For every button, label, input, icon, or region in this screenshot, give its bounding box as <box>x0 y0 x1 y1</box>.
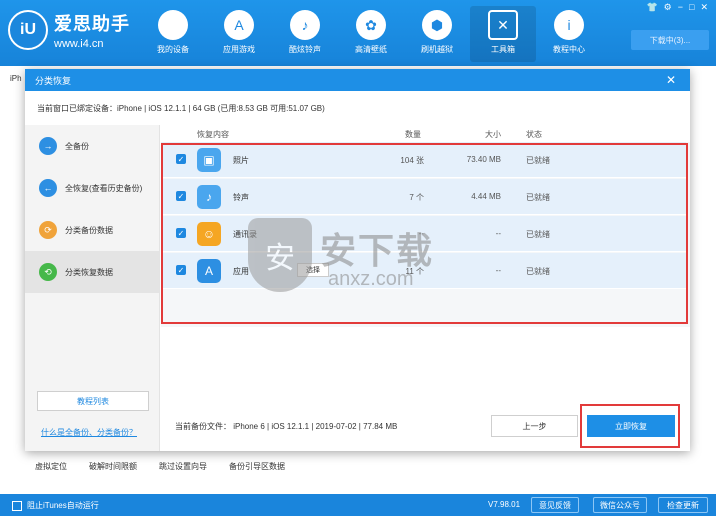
previous-button[interactable]: 上一步 <box>491 415 578 437</box>
main-nav: 我的设备 A 应用游戏 ♪ 酷炫铃声 ✿ 高清壁纸 ⬢ 刷机越狱 ✕ 工具箱 i… <box>140 6 602 62</box>
column-status: 状态 <box>526 130 542 139</box>
sidebar-item-full-restore[interactable]: ← 全恢复(查看历史备份) <box>25 167 159 209</box>
check-update-button[interactable]: 检查更新 <box>658 497 708 513</box>
itunes-toggle[interactable]: 阻止iTunes自动运行 <box>12 500 99 511</box>
nav-label: 工具箱 <box>491 45 515 54</box>
column-content: 恢复内容 <box>197 130 229 139</box>
checkbox[interactable] <box>12 500 22 511</box>
nav-label: 刷机越狱 <box>421 45 453 54</box>
dialog-sidebar: → 全备份 ← 全恢复(查看历史备份) ⟳ 分类备份数据 ⟲ 分类恢复数据 教程… <box>25 125 160 451</box>
app-title: 爱思助手 <box>54 14 130 34</box>
close-icon[interactable]: ✕ <box>700 2 708 13</box>
version-label: V7.98.01 <box>488 500 521 509</box>
device-info: 当前窗口已绑定设备：iPhone | iOS 12.1.1 | 64 GB (已… <box>37 104 325 113</box>
feedback-button[interactable]: 意见反馈 <box>531 497 579 513</box>
logo-icon: iU <box>8 10 48 50</box>
device-tab[interactable]: iPh <box>10 74 22 83</box>
wechat-button[interactable]: 微信公众号 <box>593 497 647 513</box>
bell-icon: ♪ <box>290 10 320 40</box>
close-icon[interactable]: ✕ <box>666 73 676 87</box>
nav-apps-games[interactable]: A 应用游戏 <box>206 6 272 62</box>
background-tools: 虚拟定位 破解时间限额 跳过设置向导 备份引导区数据 <box>35 461 285 472</box>
status-bar: 阻止iTunes自动运行 V7.98.01 意见反馈 微信公众号 检查更新 <box>0 494 716 516</box>
app-url: www.i4.cn <box>54 38 104 50</box>
top-bar: iU 爱思助手 www.i4.cn 我的设备 A 应用游戏 ♪ 酷炫铃声 ✿ 高… <box>0 0 716 66</box>
flower-icon: ✿ <box>356 10 386 40</box>
arrow-left-icon: ← <box>39 179 57 197</box>
nav-flash-jailbreak[interactable]: ⬢ 刷机越狱 <box>404 6 470 62</box>
sidebar-item-full-backup[interactable]: → 全备份 <box>25 125 159 167</box>
restore-icon: ⟲ <box>39 263 57 281</box>
logo: iU 爱思助手 www.i4.cn <box>8 10 130 50</box>
itunes-label: 阻止iTunes自动运行 <box>27 501 99 510</box>
gear-icon[interactable]: ⚙ <box>664 2 672 13</box>
tools-icon: ✕ <box>488 10 518 40</box>
highlight-box <box>161 143 688 324</box>
tutorial-list-button[interactable]: 教程列表 <box>37 391 149 411</box>
tool-break-time-limit[interactable]: 破解时间限额 <box>89 461 137 472</box>
sidebar-item-label: 分类备份数据 <box>65 225 113 235</box>
backup-file-info: 当前备份文件： iPhone 6 | iOS 12.1.1 | 2019-07-… <box>175 422 398 431</box>
shirt-icon[interactable]: 👕 <box>646 2 657 13</box>
nav-label: 教程中心 <box>553 45 585 54</box>
nav-toolbox[interactable]: ✕ 工具箱 <box>470 6 536 62</box>
tool-skip-setup[interactable]: 跳过设置向导 <box>159 461 207 472</box>
column-count: 数量 <box>405 130 421 139</box>
maximize-icon[interactable]: □ <box>689 2 694 13</box>
info-icon: i <box>554 10 584 40</box>
app-store-icon: A <box>224 10 254 40</box>
tool-backup-boot[interactable]: 备份引导区数据 <box>229 461 285 472</box>
sidebar-item-label: 分类恢复数据 <box>65 267 113 277</box>
help-link[interactable]: 什么是全备份、分类备份？ <box>41 427 137 438</box>
arrow-right-icon: → <box>39 137 57 155</box>
tool-virtual-location[interactable]: 虚拟定位 <box>35 461 67 472</box>
column-size: 大小 <box>485 130 501 139</box>
sidebar-item-category-backup[interactable]: ⟳ 分类备份数据 <box>25 209 159 251</box>
backup-icon: ⟳ <box>39 221 57 239</box>
box-icon: ⬢ <box>422 10 452 40</box>
sidebar-item-label: 全恢复(查看历史备份) <box>65 183 143 193</box>
nav-label: 酷炫铃声 <box>289 45 321 54</box>
nav-label: 应用游戏 <box>223 45 255 54</box>
nav-ringtones[interactable]: ♪ 酷炫铃声 <box>272 6 338 62</box>
nav-label: 高清壁纸 <box>355 45 387 54</box>
apple-icon <box>158 10 188 40</box>
table-header: 恢复内容 数量 大小 状态 <box>161 127 690 141</box>
dialog-title: 分类恢复 <box>25 69 690 91</box>
highlight-box <box>580 404 680 448</box>
window-controls: 👕 ⚙ − □ ✕ <box>646 2 708 13</box>
nav-tutorials[interactable]: i 教程中心 <box>536 6 602 62</box>
download-button[interactable]: 下载中(3)... <box>631 30 709 50</box>
sidebar-item-category-restore[interactable]: ⟲ 分类恢复数据 <box>25 251 159 293</box>
nav-label: 我的设备 <box>157 45 189 54</box>
minimize-icon[interactable]: − <box>678 2 683 13</box>
nav-my-device[interactable]: 我的设备 <box>140 6 206 62</box>
nav-wallpapers[interactable]: ✿ 高清壁纸 <box>338 6 404 62</box>
sidebar-item-label: 全备份 <box>65 141 89 151</box>
